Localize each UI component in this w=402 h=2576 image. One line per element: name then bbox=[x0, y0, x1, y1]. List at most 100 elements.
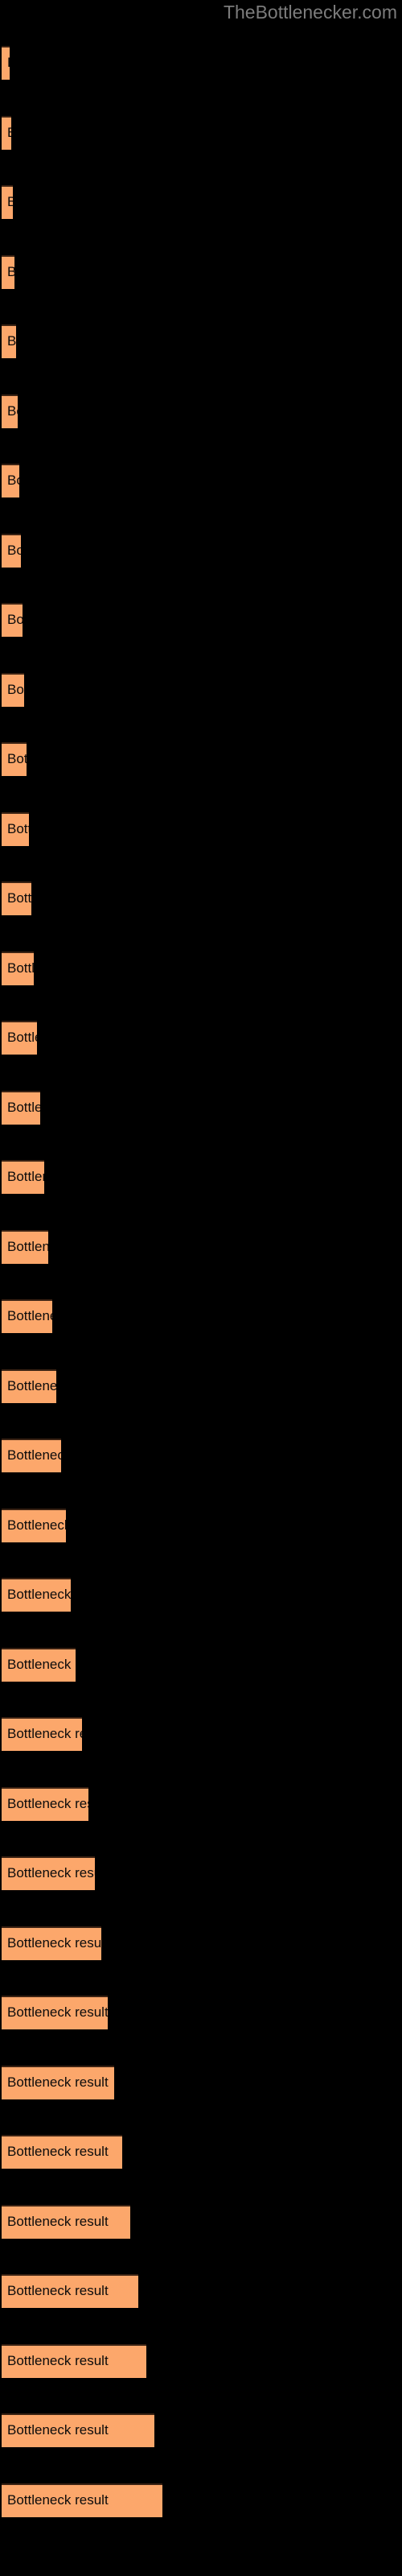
bar-row: Bottleneck result bbox=[0, 2135, 402, 2169]
bar-row: Bottleneck result bbox=[0, 2343, 402, 2378]
bar-label: Bottleneck result bbox=[7, 1726, 82, 1741]
bar-label-clip: Bottleneck result bbox=[2, 464, 19, 497]
bar-label: Bottleneck result bbox=[7, 1030, 37, 1045]
bar-label: Bottleneck result bbox=[7, 1099, 40, 1115]
bar-label: Bottleneck result bbox=[7, 2074, 109, 2090]
bar-label: Bottleneck result bbox=[7, 1238, 48, 1254]
bar-row: Bottleneck result bbox=[0, 324, 402, 358]
bar-label: Bottleneck result bbox=[7, 960, 34, 976]
bar-row: Bottleneck result bbox=[0, 185, 402, 219]
bar-label-clip: Bottleneck result bbox=[2, 2483, 162, 2517]
bar-row: Bottleneck result bbox=[0, 394, 402, 428]
bar-row: Bottleneck result bbox=[0, 115, 402, 150]
bar-row: Bottleneck result bbox=[0, 1578, 402, 1612]
bar-label-clip: Bottleneck result bbox=[2, 324, 16, 358]
bar-row: Bottleneck result bbox=[0, 811, 402, 846]
bar-row: Bottleneck result bbox=[0, 2483, 402, 2517]
bar-row: Bottleneck result bbox=[0, 742, 402, 776]
bar-label: Bottleneck result bbox=[7, 1377, 56, 1393]
bar-label-clip: Bottleneck result bbox=[2, 1230, 48, 1264]
bar-label-clip: Bottleneck result bbox=[2, 1926, 101, 1960]
bar-label-clip: Bottleneck result bbox=[2, 2344, 146, 2378]
bar-row: Bottleneck result bbox=[0, 1439, 402, 1472]
bar-row: Bottleneck result bbox=[0, 1856, 402, 1890]
bar-label: Bottleneck result bbox=[7, 46, 10, 80]
bar-row: Bottleneck result bbox=[0, 1508, 402, 1542]
bar-label: Bottleneck result bbox=[7, 333, 16, 349]
bar-label-clip: Bottleneck result bbox=[2, 1717, 82, 1751]
bar-label: Bottleneck result bbox=[7, 1656, 76, 1672]
bar-row: Bottleneck result bbox=[0, 1021, 402, 1055]
bar-label-clip: Bottleneck result bbox=[2, 2274, 138, 2308]
bar-label-clip: Bottleneck result bbox=[2, 881, 31, 915]
bar-label: Bottleneck result bbox=[7, 1169, 44, 1184]
bar-label-clip: Bottleneck result bbox=[2, 742, 27, 776]
bar-label-clip: Bottleneck result bbox=[2, 2135, 122, 2169]
bar-label: Bottleneck result bbox=[7, 1587, 71, 1602]
bar-row: Bottleneck result bbox=[0, 1717, 402, 1751]
bar-label-clip: Bottleneck result bbox=[2, 1439, 61, 1472]
bar-row: Bottleneck result bbox=[0, 464, 402, 497]
bar-label: Bottleneck result bbox=[7, 1795, 88, 1811]
bar-label-clip: Bottleneck result bbox=[2, 185, 13, 219]
bar-row: Bottleneck result bbox=[0, 254, 402, 289]
bar-row: Bottleneck result bbox=[0, 2274, 402, 2308]
bar-label-clip: Bottleneck result bbox=[2, 603, 23, 637]
bar-row: Bottleneck result bbox=[0, 672, 402, 707]
bar-row: Bottleneck result bbox=[0, 1160, 402, 1194]
bar-row: Bottleneck result bbox=[0, 951, 402, 985]
bar-row: Bottleneck result bbox=[0, 46, 402, 80]
bar-row: Bottleneck result bbox=[0, 1786, 402, 1821]
bar-label: Bottleneck result bbox=[7, 542, 21, 558]
bar-label: Bottleneck result bbox=[7, 2213, 109, 2229]
bar-label: Bottleneck result bbox=[7, 1308, 52, 1323]
bottleneck-bar-chart: TheBottlenecker.com Bottleneck resultBot… bbox=[0, 0, 402, 2576]
bar-label-clip: Bottleneck result bbox=[2, 255, 14, 289]
bar-row: Bottleneck result bbox=[0, 1368, 402, 1403]
bar-label: Bottleneck result bbox=[7, 2422, 109, 2438]
bar-row: Bottleneck result bbox=[0, 881, 402, 915]
bar-label: Bottleneck result bbox=[7, 890, 31, 906]
bar-label-clip: Bottleneck result bbox=[2, 673, 24, 707]
bar-row: Bottleneck result bbox=[0, 2065, 402, 2099]
bar-row: Bottleneck result bbox=[0, 1090, 402, 1125]
bar-label-clip: Bottleneck result bbox=[2, 1996, 108, 2029]
plot-area: Bottleneck result Bottleneck result Bottle… bbox=[0, 0, 402, 2576]
bar-row: Bottleneck result bbox=[0, 2413, 402, 2447]
bar-label: Bottleneck result bbox=[7, 2283, 109, 2298]
bar-label: Bottleneck result bbox=[7, 1934, 101, 1951]
bar-label: Bottleneck result bbox=[7, 116, 11, 150]
bar-label: Bottleneck result bbox=[7, 1517, 66, 1533]
bar-label: Bottleneck result bbox=[7, 751, 27, 766]
bar-label: Bottleneck result bbox=[7, 402, 18, 419]
bar-label-clip: Bottleneck result bbox=[2, 46, 10, 80]
bar-label: Bottleneck result bbox=[7, 194, 13, 209]
bar-label: Bottleneck result bbox=[7, 2352, 109, 2368]
bar-label-clip: Bottleneck result bbox=[2, 812, 29, 846]
bar-label: Bottleneck result bbox=[7, 1865, 95, 1880]
bar-label-clip: Bottleneck result bbox=[2, 1160, 44, 1194]
bar-label-clip: Bottleneck result bbox=[2, 952, 34, 985]
bar-row: Bottleneck result bbox=[0, 1229, 402, 1264]
bar-label-clip: Bottleneck result bbox=[2, 1091, 40, 1125]
bar-label: Bottleneck result bbox=[7, 820, 29, 836]
bar-label-clip: Bottleneck result bbox=[2, 1578, 71, 1612]
bar-label-clip: Bottleneck result bbox=[2, 2066, 114, 2099]
bar-label: Bottleneck result bbox=[7, 1447, 61, 1463]
bar-label: Bottleneck result bbox=[7, 2491, 109, 2508]
bar-label: Bottleneck result bbox=[7, 263, 14, 279]
bar-row: Bottleneck result bbox=[0, 2204, 402, 2239]
bar-label-clip: Bottleneck result bbox=[2, 1787, 88, 1821]
bar-label-clip: Bottleneck result bbox=[2, 534, 21, 568]
bar-label: Bottleneck result bbox=[7, 2004, 108, 2020]
bar-row: Bottleneck result bbox=[0, 1647, 402, 1682]
bar-label-clip: Bottleneck result bbox=[2, 2205, 130, 2239]
bar-row: Bottleneck result bbox=[0, 1926, 402, 1960]
bar-label-clip: Bottleneck result bbox=[2, 1021, 37, 1055]
bar-label-clip: Bottleneck result bbox=[2, 1509, 66, 1542]
bar-label-clip: Bottleneck result bbox=[2, 1299, 52, 1333]
bar-label: Bottleneck result bbox=[7, 473, 19, 488]
bar-row: Bottleneck result bbox=[0, 1299, 402, 1333]
bar-row: Bottleneck result bbox=[0, 533, 402, 568]
bar-label-clip: Bottleneck result bbox=[2, 1369, 56, 1403]
